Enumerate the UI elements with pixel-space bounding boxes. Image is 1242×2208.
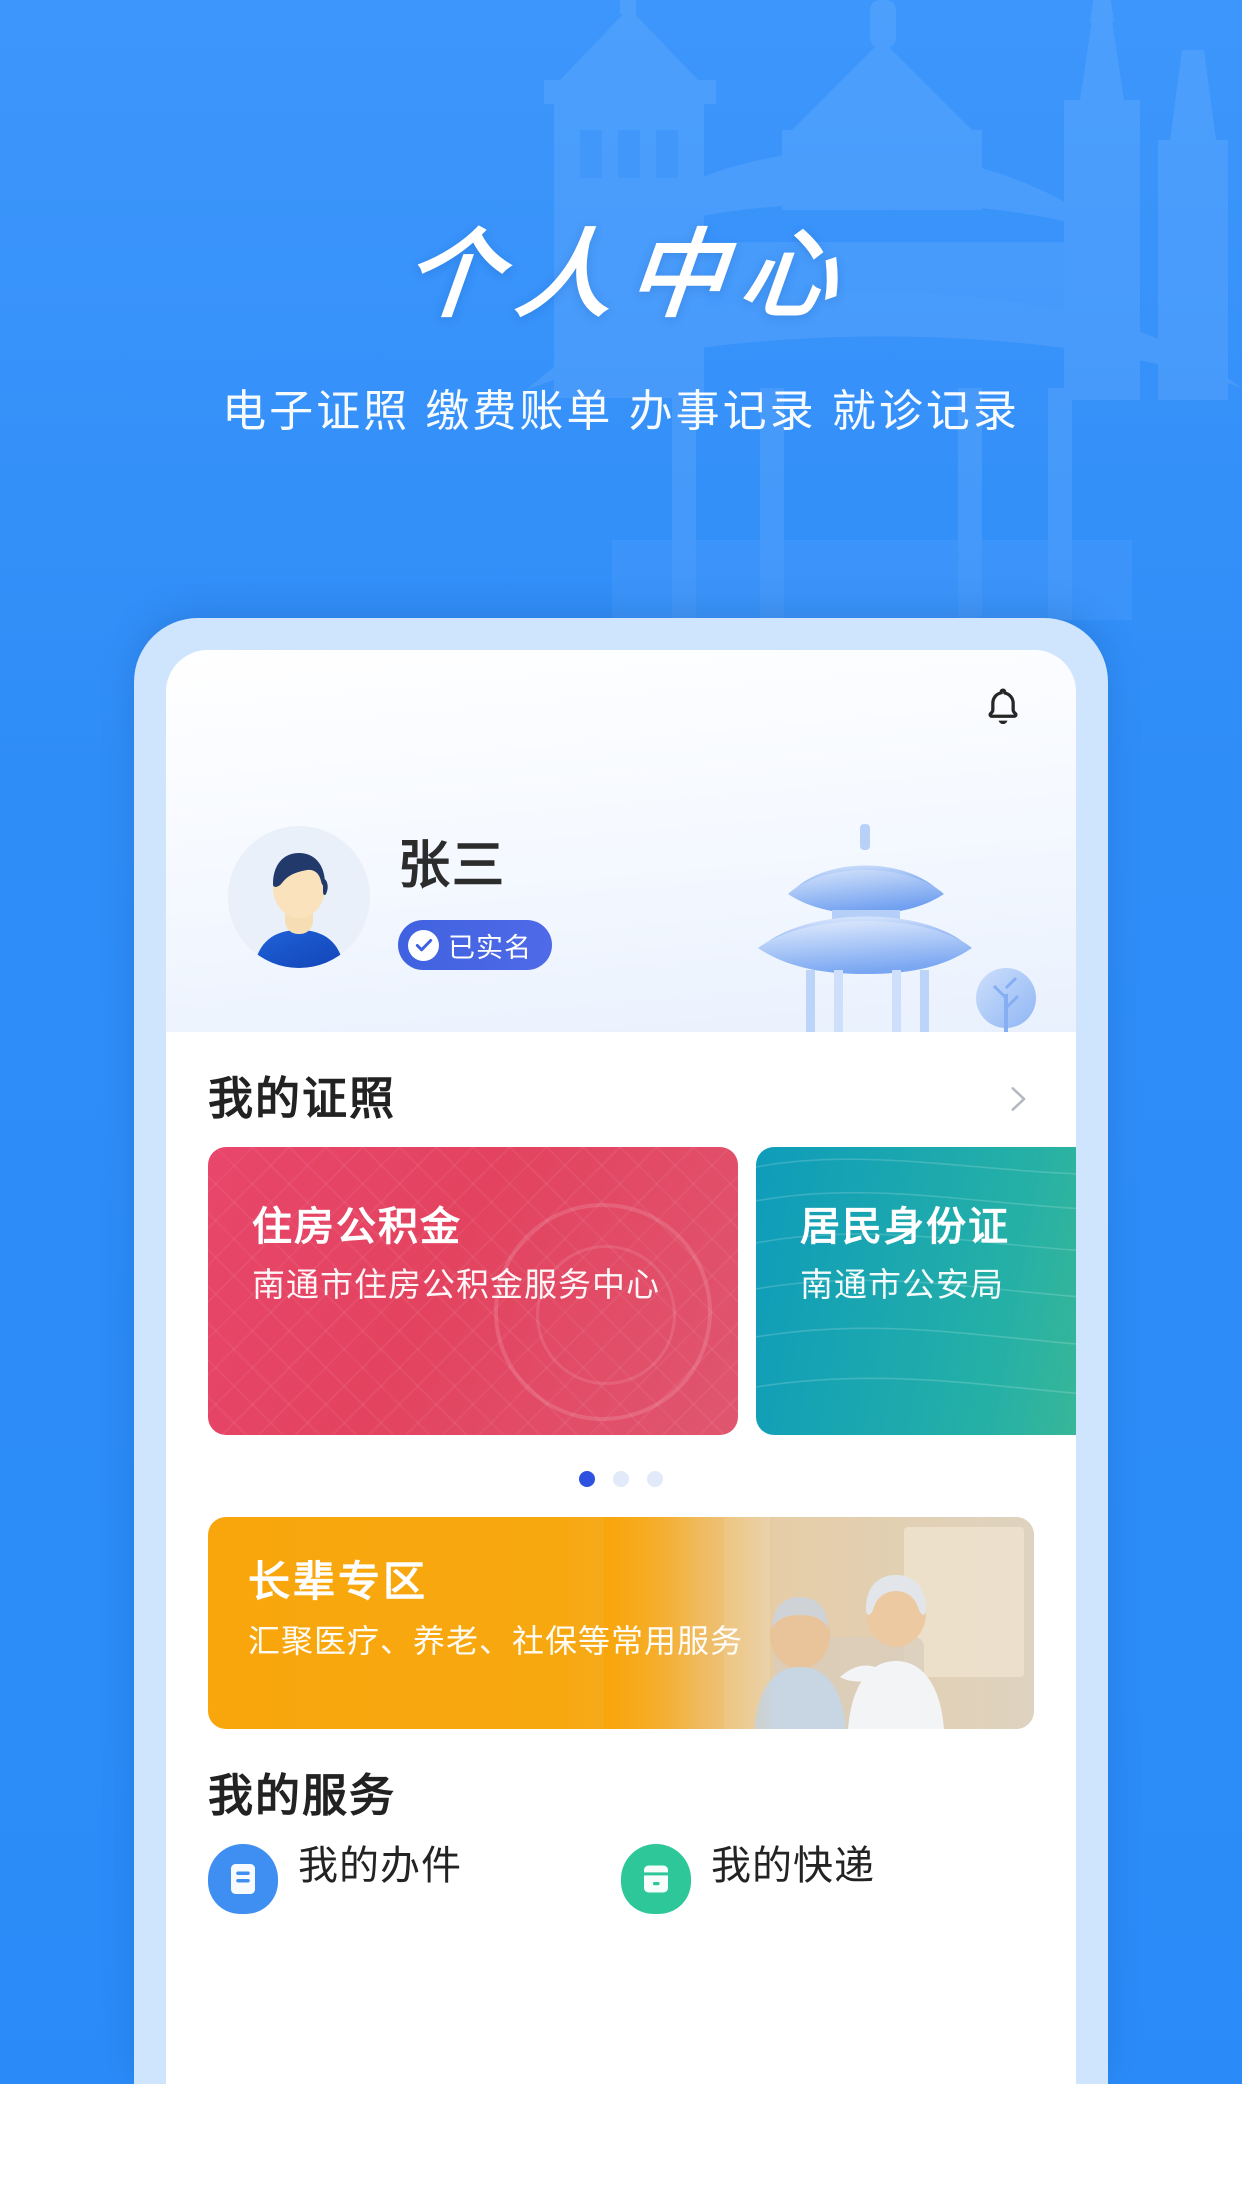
elder-zone-banner[interactable]: 长辈专区 汇聚医疗、养老、社保等常用服务 — [208, 1517, 1034, 1729]
page-subtitle: 电子证照 缴费账单 办事记录 就诊记录 — [222, 387, 1020, 436]
service-item-my-delivery[interactable]: 我的快递 — [621, 1844, 1034, 1914]
bottom-strip — [0, 2084, 1242, 2208]
pagination-dot[interactable] — [579, 1471, 595, 1487]
license-org: 南通市公安局 — [800, 1266, 1004, 1303]
license-title: 居民身份证 — [800, 1205, 1010, 1249]
service-item-my-applications[interactable]: 我的办件 — [208, 1844, 621, 1914]
status-badge-verified[interactable]: 已实名 — [398, 920, 552, 970]
phone-screen: 张三 已实名 我的证照 住房公积金 南通市住房公积金服务中心 居民身份证 南通市… — [166, 650, 1076, 2084]
services-section-header: 我的服务 — [166, 1729, 1076, 1844]
avatar[interactable] — [228, 826, 370, 968]
license-card[interactable]: 居民身份证 南通市公安局 — [756, 1147, 1076, 1435]
document-icon — [208, 1844, 278, 1914]
banner-subtitle: 汇聚医疗、养老、社保等常用服务 — [248, 1623, 744, 1659]
chevron-right-icon[interactable] — [1000, 1082, 1034, 1116]
licenses-section-header: 我的证照 — [166, 1032, 1076, 1147]
check-circle-icon — [408, 929, 439, 961]
license-org: 南通市住房公积金服务中心 — [252, 1266, 660, 1303]
app-root: 个人中心 电子证照 缴费账单 办事记录 就诊记录 张三 已实名 我的证照 住房公… — [0, 0, 1242, 2208]
services-section-title: 我的服务 — [208, 1770, 397, 1821]
phone-frame: 张三 已实名 我的证照 住房公积金 南通市住房公积金服务中心 居民身份证 南通市… — [134, 618, 1108, 2084]
service-item-label: 我的快递 — [711, 1844, 875, 1888]
pagoda-illustration-icon — [730, 802, 1050, 1032]
bell-icon[interactable] — [974, 678, 1032, 736]
service-item-label: 我的办件 — [298, 1844, 462, 1888]
licenses-section-title: 我的证照 — [208, 1073, 397, 1124]
services-grid: 我的办件 我的快递 — [166, 1844, 1076, 1914]
license-card-carousel[interactable]: 住房公积金 南通市住房公积金服务中心 居民身份证 南通市公安局 — [166, 1147, 1076, 1435]
banner-title: 长辈专区 — [248, 1558, 429, 1605]
status-badge-label: 已实名 — [448, 932, 532, 963]
pagination-dot[interactable] — [647, 1471, 663, 1487]
license-card[interactable]: 住房公积金 南通市住房公积金服务中心 — [208, 1147, 738, 1435]
user-name: 张三 — [398, 837, 507, 895]
profile-card: 张三 已实名 — [166, 650, 1076, 1032]
pagination-dot[interactable] — [613, 1471, 629, 1487]
page-title: 个人中心 — [399, 222, 859, 329]
license-title: 住房公积金 — [252, 1205, 462, 1249]
package-icon — [621, 1844, 691, 1914]
carousel-pagination — [166, 1435, 1076, 1517]
